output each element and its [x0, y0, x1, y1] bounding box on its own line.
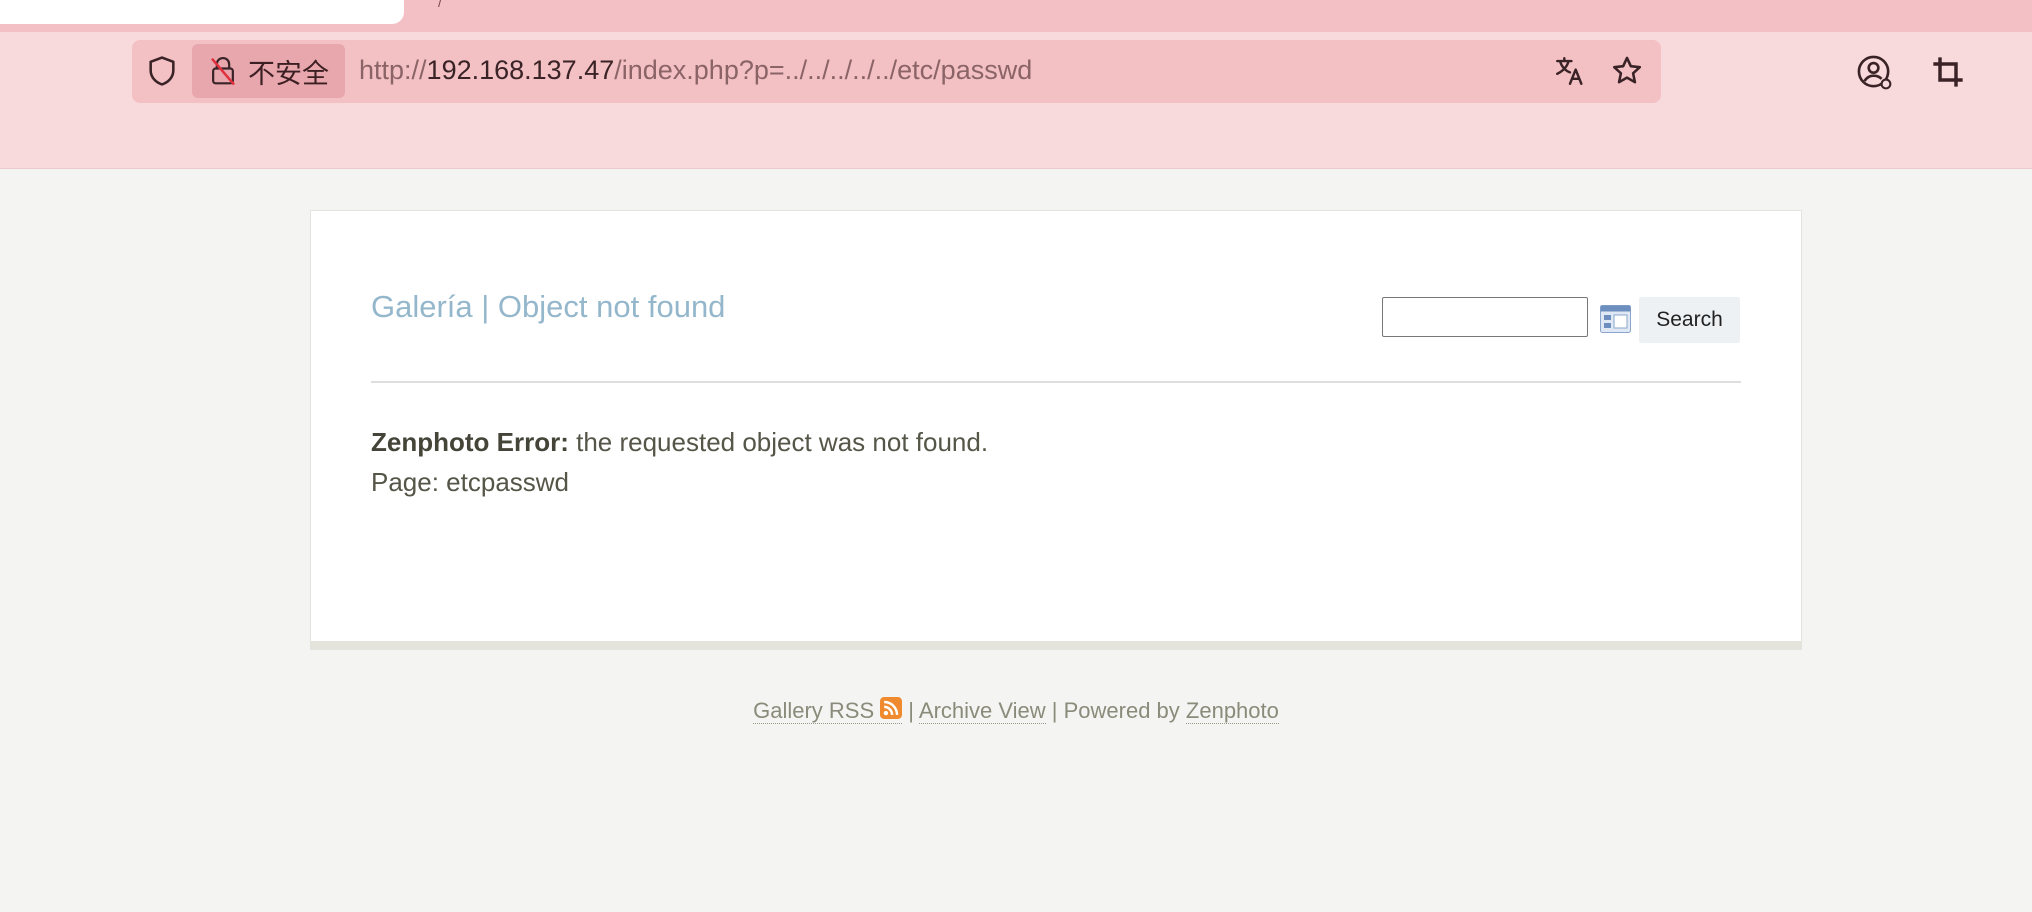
gallery-rss-link[interactable]: Gallery RSS: [753, 697, 903, 724]
star-icon[interactable]: [1610, 54, 1644, 88]
browser-toolbar: 不安全 http://192.168.137.47/index.php?p=..…: [0, 32, 2032, 169]
powered-by-text: | Powered by: [1045, 698, 1186, 723]
rss-icon: [880, 697, 903, 719]
broken-lock-icon: [210, 56, 236, 86]
search-input[interactable]: [1382, 297, 1588, 337]
search-options-icon[interactable]: [1600, 305, 1631, 333]
shield-icon[interactable]: [145, 54, 179, 88]
active-tab[interactable]: [0, 0, 404, 24]
main-content: Galería | Object not found Search Zenpho…: [310, 210, 1802, 650]
error-page-line: Page: etcpasswd: [371, 467, 570, 497]
tab-fragment-text: /: [438, 0, 442, 10]
footer: Gallery RSS | Archive View | Powered by …: [0, 697, 2032, 724]
translate-icon[interactable]: [1553, 54, 1587, 88]
error-label: Zenphoto Error:: [371, 427, 569, 457]
crop-icon[interactable]: [1932, 56, 1964, 88]
url-host: 192.168.137.47: [426, 55, 615, 85]
url-path: /index.php?p=../../../../../etc/passwd: [614, 55, 1033, 85]
account-icon[interactable]: [1856, 54, 1894, 92]
insecure-connection-badge[interactable]: 不安全: [192, 44, 345, 98]
archive-view-link[interactable]: Archive View: [918, 698, 1046, 724]
error-text: the requested object was not found.: [568, 427, 989, 457]
page-title: Galería | Object not found: [371, 289, 726, 324]
url-scheme: http://: [359, 55, 427, 85]
error-message: Zenphoto Error: the requested object was…: [371, 427, 988, 458]
gallery-rss-label: Gallery RSS: [753, 698, 875, 723]
search-button[interactable]: Search: [1639, 297, 1740, 343]
zenphoto-link[interactable]: Zenphoto: [1185, 698, 1279, 724]
footer-separator: |: [902, 698, 919, 723]
address-bar[interactable]: 不安全 http://192.168.137.47/index.php?p=..…: [132, 40, 1661, 103]
divider: [371, 381, 1741, 383]
insecure-label: 不安全: [248, 58, 329, 90]
tab-strip: /: [0, 0, 2032, 32]
url-text[interactable]: http://192.168.137.47/index.php?p=../../…: [359, 55, 1032, 86]
